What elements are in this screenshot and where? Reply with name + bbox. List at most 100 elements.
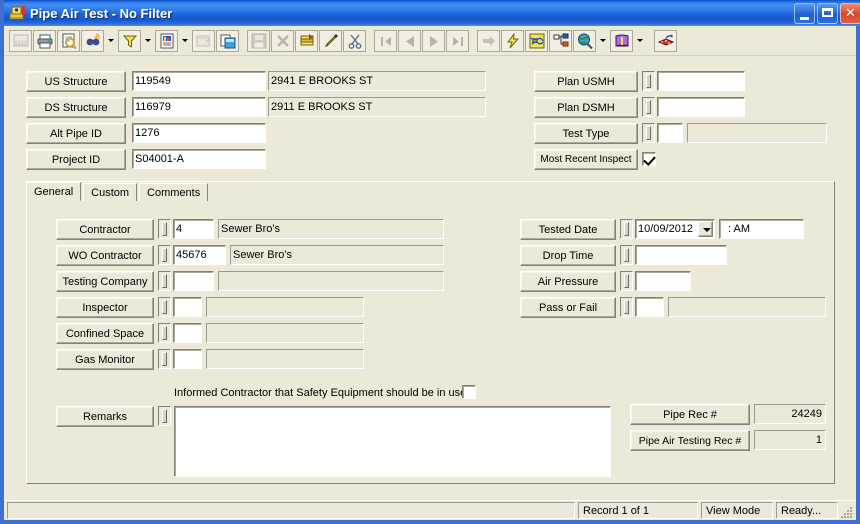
cut-icon[interactable]	[343, 29, 366, 52]
wo-contractor-code-input[interactable]: 45676	[173, 245, 226, 265]
remarks-label-button[interactable]: Remarks	[56, 406, 154, 427]
filter-icon[interactable]	[118, 29, 141, 52]
plan-dsmh-input[interactable]	[657, 97, 745, 117]
testing-company-open-indicator[interactable]	[158, 271, 171, 291]
close-button[interactable]: ✕	[840, 3, 860, 24]
inspector-name	[206, 297, 364, 317]
sort-icon[interactable]	[295, 29, 318, 52]
relationships-icon[interactable]	[216, 29, 239, 52]
tested-time-input[interactable]: : AM	[719, 219, 804, 239]
find-dropdown-arrow[interactable]	[105, 30, 116, 52]
print-preview-icon[interactable]	[57, 29, 80, 52]
safety-equipment-label: Informed Contractor that Safety Equipmen…	[174, 387, 467, 399]
plan-dsmh-open-indicator[interactable]	[642, 97, 655, 117]
test-type-description	[687, 123, 827, 143]
remarks-textarea[interactable]	[174, 406, 611, 477]
first-record-icon[interactable]	[374, 29, 397, 52]
gas-monitor-open-indicator[interactable]	[158, 349, 171, 369]
next-record-icon[interactable]	[422, 29, 445, 52]
alt-pipe-id-input[interactable]: 1276	[132, 123, 266, 143]
globe-search-icon[interactable]	[573, 29, 596, 52]
view-design-icon[interactable]	[9, 29, 32, 52]
map-window-icon[interactable]	[525, 29, 548, 52]
tested-date-dropdown-arrow[interactable]	[698, 221, 713, 237]
tested-date-label-button[interactable]: Tested Date	[520, 219, 616, 240]
contractor-name: Sewer Bro's	[218, 219, 444, 239]
print-icon[interactable]	[33, 29, 56, 52]
air-pressure-input[interactable]	[635, 271, 691, 291]
pipe-rec-label-button[interactable]: Pipe Rec #	[630, 404, 750, 425]
tab-general[interactable]: General	[26, 182, 82, 201]
drop-time-label-button[interactable]: Drop Time	[520, 245, 616, 266]
most-recent-inspect-checkbox[interactable]	[642, 152, 656, 166]
previous-record-icon[interactable]	[398, 29, 421, 52]
toolbar	[4, 26, 856, 56]
inspector-label-button[interactable]: Inspector	[56, 297, 154, 318]
contractor-open-indicator[interactable]	[158, 219, 171, 239]
safety-equipment-checkbox[interactable]	[462, 385, 476, 399]
status-bar: Record 1 of 1 View Mode Ready...	[4, 500, 856, 520]
globe-dropdown-arrow[interactable]	[597, 30, 608, 52]
gas-monitor-label-button[interactable]: Gas Monitor	[56, 349, 154, 370]
help-dropdown-arrow[interactable]	[634, 30, 645, 52]
plan-usmh-open-indicator[interactable]	[642, 71, 655, 91]
tab-custom[interactable]: Custom	[83, 183, 138, 201]
wo-contractor-open-indicator[interactable]	[158, 245, 171, 265]
edit-icon[interactable]	[319, 29, 342, 52]
tab-comments[interactable]: Comments	[139, 183, 209, 201]
pass-or-fail-code-input[interactable]	[635, 297, 664, 317]
plan-usmh-label-button[interactable]: Plan USMH	[534, 71, 638, 92]
plan-usmh-input[interactable]	[657, 71, 745, 91]
pass-or-fail-open-indicator[interactable]	[620, 297, 633, 317]
us-structure-label-button[interactable]: US Structure	[26, 71, 126, 92]
status-spacer-pane	[7, 502, 575, 519]
project-id-input[interactable]: S04001-A	[132, 149, 266, 169]
find-icon[interactable]	[81, 29, 104, 52]
tested-date-open-indicator[interactable]	[620, 219, 633, 239]
ds-structure-input[interactable]: 116979	[132, 97, 266, 117]
contractor-label-button[interactable]: Contractor	[56, 219, 154, 240]
plan-dsmh-label-button[interactable]: Plan DSMH	[534, 97, 638, 118]
help-book-icon[interactable]	[610, 29, 633, 52]
pipe-air-testing-rec-label-button[interactable]: Pipe Air Testing Rec #	[630, 430, 750, 451]
new-object-dropdown-arrow[interactable]	[179, 30, 190, 52]
remarks-open-indicator[interactable]	[158, 406, 171, 426]
contractor-code-input[interactable]: 4	[173, 219, 214, 239]
save-icon[interactable]	[247, 29, 270, 52]
ds-structure-label-button[interactable]: DS Structure	[26, 97, 126, 118]
drop-time-input[interactable]	[635, 245, 727, 265]
filter-dropdown-arrow[interactable]	[142, 30, 153, 52]
confined-space-code-input[interactable]	[173, 323, 202, 343]
wo-contractor-label-button[interactable]: WO Contractor	[56, 245, 154, 266]
air-pressure-open-indicator[interactable]	[620, 271, 633, 291]
gas-monitor-code-input[interactable]	[173, 349, 202, 369]
maximize-button[interactable]	[817, 3, 838, 24]
confined-space-label-button[interactable]: Confined Space	[56, 323, 154, 344]
properties-icon[interactable]	[192, 29, 215, 52]
testing-company-code-input[interactable]	[173, 271, 214, 291]
pass-or-fail-label-button[interactable]: Pass or Fail	[520, 297, 616, 318]
alt-pipe-id-label-button[interactable]: Alt Pipe ID	[26, 123, 126, 144]
window-controls: ✕	[794, 3, 860, 24]
test-type-open-indicator[interactable]	[642, 123, 655, 143]
project-id-label-button[interactable]: Project ID	[26, 149, 126, 170]
drop-time-open-indicator[interactable]	[620, 245, 633, 265]
goto-record-icon[interactable]	[477, 29, 500, 52]
lightning-icon[interactable]	[501, 29, 524, 52]
test-type-code-input[interactable]	[657, 123, 683, 143]
minimize-button[interactable]	[794, 3, 815, 24]
test-type-label-button[interactable]: Test Type	[534, 123, 638, 144]
air-pressure-label-button[interactable]: Air Pressure	[520, 271, 616, 292]
delete-record-icon[interactable]	[271, 29, 294, 52]
confined-space-open-indicator[interactable]	[158, 323, 171, 343]
new-object-icon[interactable]	[155, 29, 178, 52]
tree-view-icon[interactable]	[549, 29, 572, 52]
testing-company-label-button[interactable]: Testing Company	[56, 271, 154, 292]
resize-grip[interactable]	[840, 505, 854, 519]
most-recent-inspect-label-button[interactable]: Most Recent Inspect	[534, 149, 638, 170]
inspector-code-input[interactable]	[173, 297, 202, 317]
us-structure-input[interactable]: 119549	[132, 71, 266, 91]
inspector-open-indicator[interactable]	[158, 297, 171, 317]
export-icon[interactable]	[654, 29, 677, 52]
last-record-icon[interactable]	[446, 29, 469, 52]
